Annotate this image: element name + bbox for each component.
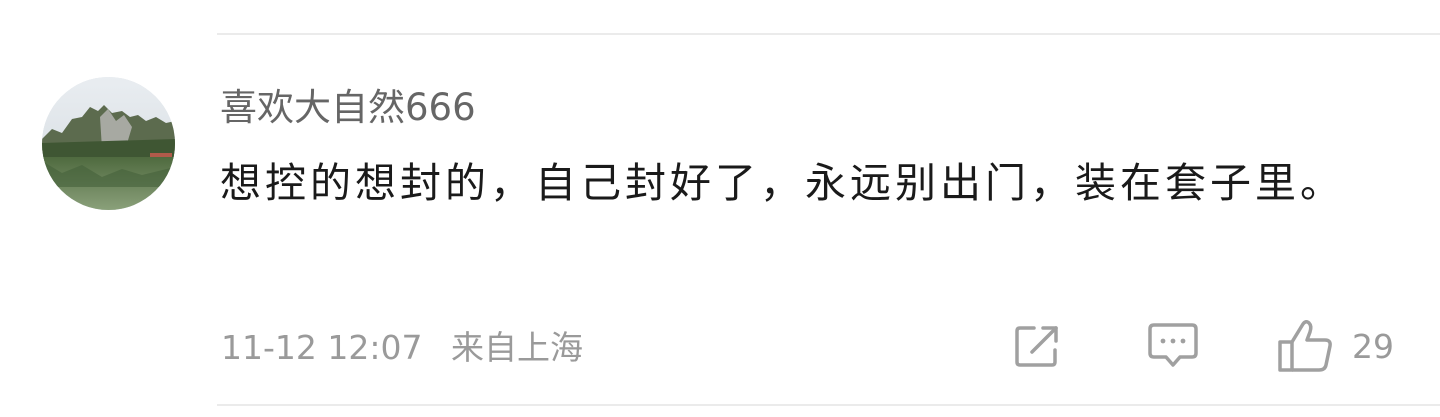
username[interactable]: 喜欢大自然666 bbox=[220, 84, 476, 132]
comment-timestamp: 11-12 12:07 bbox=[221, 328, 423, 367]
bottom-divider bbox=[217, 404, 1440, 406]
like-count: 29 bbox=[1352, 326, 1394, 366]
like-button[interactable]: 29 bbox=[1276, 316, 1394, 376]
top-divider bbox=[217, 33, 1440, 35]
comment-meta: 11-12 12:07 来自上海 bbox=[221, 326, 583, 370]
comment-text: 想控的想封的，自己封好了，永远别出门，装在套子里。 bbox=[220, 159, 1345, 207]
thumbs-up-icon bbox=[1278, 319, 1332, 372]
comment-icon bbox=[1148, 323, 1198, 367]
avatar-landscape-image bbox=[42, 77, 175, 210]
share-button[interactable] bbox=[1012, 316, 1066, 376]
avatar[interactable] bbox=[42, 77, 175, 210]
share-icon bbox=[1015, 326, 1058, 367]
comment-location: 来自上海 bbox=[450, 328, 583, 367]
reply-button[interactable] bbox=[1146, 316, 1200, 376]
